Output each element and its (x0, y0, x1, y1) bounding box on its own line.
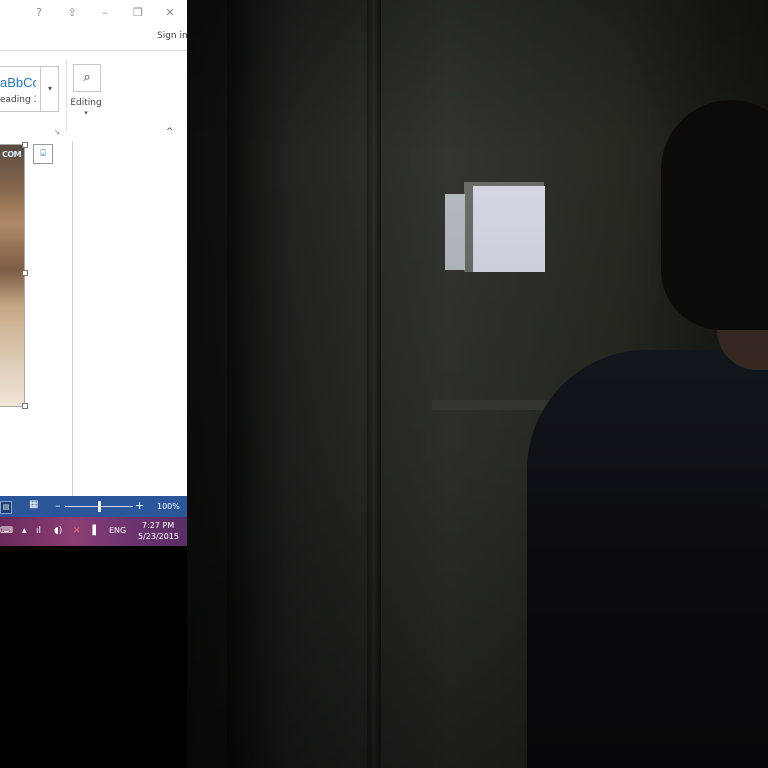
action-center-icon[interactable]: ▐ (89, 526, 96, 536)
close-button[interactable]: ✕ (162, 5, 178, 21)
web-layout-icon[interactable]: ▦ (29, 499, 38, 510)
side-pane (73, 141, 187, 496)
keyboard-icon[interactable]: ⌨ (0, 526, 13, 536)
layout-options-icon: ⌸ (40, 149, 46, 159)
title-bar: ? ⇪ – ❐ ✕ (0, 0, 187, 28)
video-frame (187, 0, 768, 768)
clock-date[interactable]: 5/23/2015 (138, 532, 179, 541)
collapse-ribbon-icon[interactable]: ^ (166, 127, 174, 137)
chevron-down-icon: ▾ (47, 84, 52, 93)
layout-options-button[interactable]: ⌸ (33, 144, 53, 164)
zoom-in-button[interactable]: + (135, 499, 144, 512)
style-heading1-label: eading 1 (0, 95, 36, 105)
clock-time[interactable]: 7:27 PM (142, 521, 174, 530)
help-icon[interactable]: ? (31, 5, 47, 21)
zoom-out-button[interactable]: – (55, 499, 61, 512)
status-bar: ▤ ▦ – + 100% (0, 496, 187, 517)
styles-more-button[interactable]: ▾ (40, 67, 59, 111)
taskbar: ⌨ ▲ ıl ◖) ✕ ▐ ENG 7:27 PM 5/23/2015 (0, 517, 187, 546)
ribbon-group-divider (66, 59, 67, 131)
show-hidden-icons-icon[interactable]: ▲ (22, 526, 27, 536)
resize-handle-right[interactable] (22, 270, 28, 276)
language-indicator[interactable]: ENG (109, 526, 126, 536)
restore-button[interactable]: ❐ (130, 5, 146, 21)
network-icon[interactable]: ✕ (73, 526, 81, 536)
video-shading (187, 0, 768, 768)
zoom-level[interactable]: 100% (157, 502, 180, 511)
editing-dropdown-icon[interactable]: ▾ (66, 109, 106, 117)
signal-icon[interactable]: ıl (36, 526, 41, 536)
print-layout-icon: ▤ (2, 503, 10, 511)
volume-icon[interactable]: ◖) (54, 526, 62, 536)
resize-handle-top-right[interactable] (22, 142, 28, 148)
binoculars-icon[interactable]: ⌕ (73, 64, 101, 92)
document-area[interactable]: COM ⌸ (0, 141, 187, 496)
word-window: ? ⇪ – ❐ ✕ Sign in aBbCc eading 1 ▾ ↘ ⌕ E… (0, 0, 187, 546)
ribbon-display-options-icon[interactable]: ⇪ (64, 5, 80, 21)
editing-button-label[interactable]: Editing (66, 98, 106, 108)
document-page[interactable]: COM ⌸ (0, 141, 73, 496)
sign-in-link[interactable]: Sign in (157, 31, 187, 41)
style-heading1-preview[interactable]: aBbCc (0, 75, 36, 90)
resize-handle-bottom-right[interactable] (22, 403, 28, 409)
styles-dialog-launcher-icon[interactable]: ↘ (54, 128, 60, 136)
minimize-button[interactable]: – (97, 5, 113, 21)
ribbon: aBbCc eading 1 ▾ ↘ ⌕ Editing ▾ ^ (0, 50, 187, 142)
picture-watermark-text: COM (2, 150, 22, 159)
print-layout-button[interactable]: ▤ (0, 501, 12, 514)
zoom-slider-thumb[interactable] (97, 501, 101, 512)
styles-gallery[interactable]: aBbCc eading 1 ▾ (0, 66, 59, 112)
